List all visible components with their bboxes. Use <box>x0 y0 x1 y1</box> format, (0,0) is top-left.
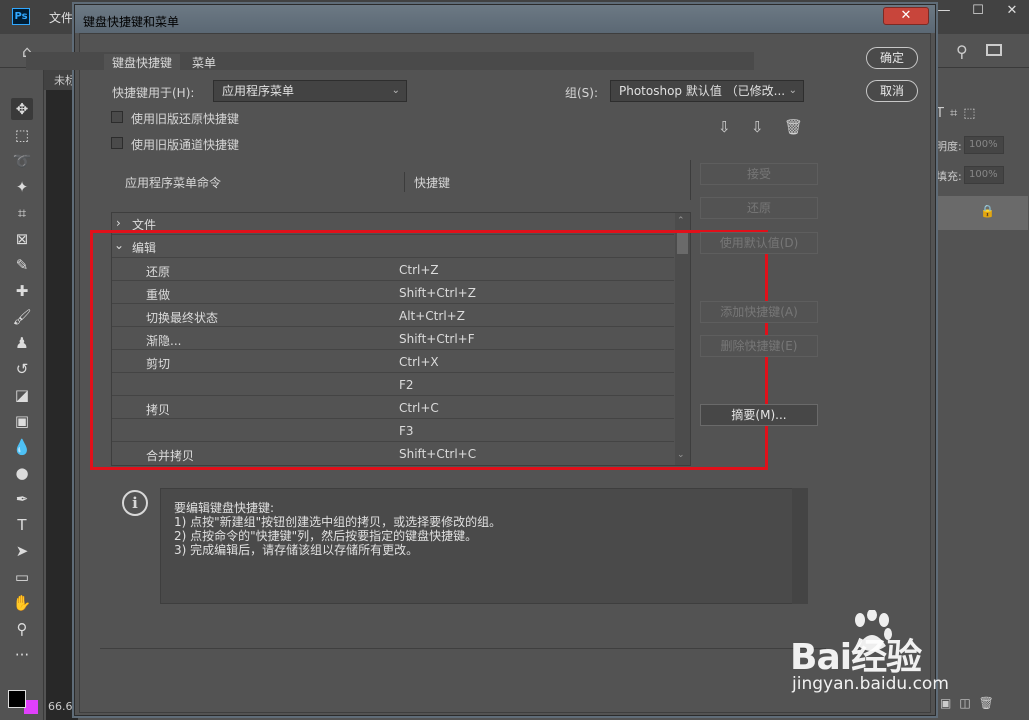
divider <box>100 648 826 649</box>
add-shortcut-button[interactable]: 添加快捷键(A) <box>700 301 818 323</box>
column-divider <box>690 160 691 200</box>
chevron-down-icon: ⌄ <box>391 85 400 96</box>
window-controls: — ☐ ✕ <box>927 0 1029 22</box>
type-tool-icon[interactable]: T <box>11 514 33 536</box>
use-default-button[interactable]: 使用默认值(D) <box>700 232 818 254</box>
info-icon: i <box>122 490 148 516</box>
delete-shortcut-button[interactable]: 删除快捷键(E) <box>700 335 818 357</box>
ok-button[interactable]: 确定 <box>866 47 918 69</box>
shortcuts-for-select[interactable]: 应用程序菜单 ⌄ <box>213 80 407 102</box>
scroll-up-icon[interactable]: ⌃ <box>677 216 685 226</box>
save-set-icon[interactable]: ⇩ <box>718 118 731 136</box>
brush-tool-icon[interactable]: 🖌 <box>11 306 33 328</box>
frame-tool-icon[interactable]: ⊠ <box>11 228 33 250</box>
watermark-url: jingyan.baidu.com <box>792 674 949 694</box>
dialog-titlebar[interactable] <box>75 5 935 33</box>
legacy-undo-label: 使用旧版还原快捷键 <box>131 112 240 126</box>
delete-set-icon[interactable]: 🗑 <box>784 118 803 136</box>
search-icon[interactable]: ⚲ <box>956 42 968 61</box>
cancel-button[interactable]: 取消 <box>866 80 918 102</box>
gradient-tool-icon[interactable]: ▣ <box>11 410 33 432</box>
set-label: 组(S): <box>565 86 599 100</box>
set-value: Photoshop 默认值 （已修改... <box>619 84 786 98</box>
crop-tool-icon[interactable]: ⌗ <box>11 202 33 224</box>
instructions-step-3: 3) 完成编辑后，请存储该组以存储所有更改。 <box>174 543 419 557</box>
stamp-tool-icon[interactable]: ♟ <box>11 332 33 354</box>
column-header-shortcut[interactable]: 快捷键 <box>414 174 450 191</box>
column-header-command[interactable]: 应用程序菜单命令 <box>125 174 221 191</box>
legacy-channel-label: 使用旧版通道快捷键 <box>131 138 240 152</box>
layer-filter-icons[interactable]: T⌗⬚ <box>936 106 982 121</box>
tab-keyboard-shortcuts[interactable]: 键盘快捷键 <box>104 54 181 72</box>
photoshop-logo: Ps <box>12 8 30 25</box>
lock-icon: 🔒 <box>980 204 995 218</box>
pen-tool-icon[interactable]: ✒ <box>11 488 33 510</box>
zoom-tool-icon[interactable]: ⚲ <box>11 618 33 640</box>
more-tools-icon[interactable]: ··· <box>11 644 33 666</box>
undo-button[interactable]: 还原 <box>700 197 818 219</box>
chevron-down-icon: ⌄ <box>788 85 797 96</box>
set-select[interactable]: Photoshop 默认值 （已修改... ⌄ <box>610 80 804 102</box>
shortcuts-for-value: 应用程序菜单 <box>222 84 295 98</box>
opacity-field[interactable]: 100% <box>964 136 1004 154</box>
summary-button[interactable]: 摘要(M)... <box>700 404 818 426</box>
document-tab-label: 未标 <box>54 74 76 87</box>
rectangle-tool-icon[interactable]: ▭ <box>11 566 33 588</box>
accept-button[interactable]: 接受 <box>700 163 818 185</box>
blur-tool-icon[interactable]: 💧 <box>11 436 33 458</box>
move-tool-icon[interactable]: ✥ <box>11 98 33 120</box>
menu-file[interactable]: 文件 <box>49 9 73 26</box>
foreground-color-swatch[interactable] <box>8 690 26 708</box>
history-brush-icon[interactable]: ↺ <box>11 358 33 380</box>
annotation-highlight-box <box>90 230 768 470</box>
workspace-icon[interactable] <box>986 44 1002 56</box>
watermark-brand: Bai经验 <box>790 637 922 678</box>
healing-brush-icon[interactable]: ✚ <box>11 280 33 302</box>
new-set-icon[interactable]: ⇩ <box>751 118 764 136</box>
hand-tool-icon[interactable]: ✋ <box>11 592 33 614</box>
maximize-icon[interactable]: ☐ <box>961 0 995 22</box>
dialog-title: 键盘快捷键和菜单 <box>83 15 180 29</box>
legacy-channel-checkbox[interactable] <box>111 137 123 149</box>
legacy-undo-checkbox[interactable] <box>111 111 123 123</box>
dodge-tool-icon[interactable]: ● <box>11 462 33 484</box>
magic-wand-icon[interactable]: ✦ <box>11 176 33 198</box>
fill-field[interactable]: 100% <box>964 166 1004 184</box>
opacity-label: 明度: <box>936 140 962 153</box>
close-window-icon[interactable]: ✕ <box>995 0 1029 22</box>
tab-menus[interactable]: 菜单 <box>184 54 224 72</box>
chevron-right-icon[interactable]: › <box>116 216 121 230</box>
path-select-icon[interactable]: ➤ <box>11 540 33 562</box>
baidu-watermark: Bai经验 jingyan.baidu.com <box>790 608 990 708</box>
instructions-scrollbar[interactable] <box>792 488 808 604</box>
column-divider <box>404 172 405 192</box>
eyedropper-icon[interactable]: ✎ <box>11 254 33 276</box>
fill-label: 填充: <box>936 170 962 183</box>
dialog-close-button[interactable]: ✕ <box>883 7 929 25</box>
lasso-tool-icon[interactable]: ➰ <box>11 150 33 172</box>
background-color-swatch[interactable] <box>24 700 38 714</box>
marquee-tool-icon[interactable]: ⬚ <box>11 124 33 146</box>
eraser-tool-icon[interactable]: ◪ <box>11 384 33 406</box>
shortcuts-for-label: 快捷键用于(H): <box>112 86 195 100</box>
